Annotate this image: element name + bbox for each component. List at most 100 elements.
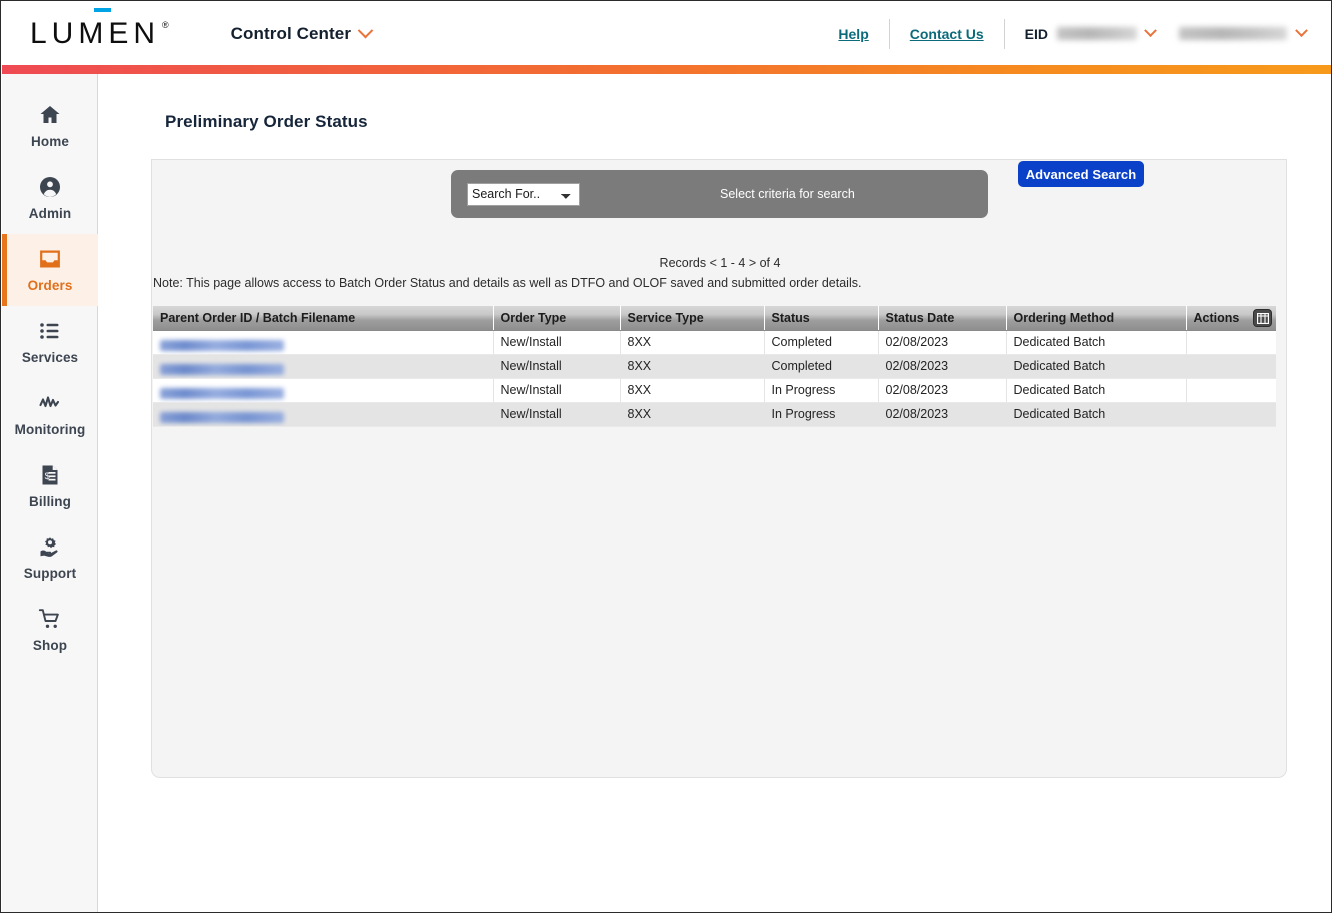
logo-text: LUMEN: [30, 19, 160, 49]
search-for-select[interactable]: Search For..: [467, 183, 580, 206]
eid-value-redacted: [1057, 27, 1137, 40]
parent-order-id-link-redacted[interactable]: [160, 412, 284, 423]
cell-service-type: 8XX: [620, 354, 764, 378]
table-body: New/Install 8XX Completed 02/08/2023 Ded…: [153, 330, 1276, 426]
table-row[interactable]: New/Install 8XX In Progress 02/08/2023 D…: [153, 378, 1276, 402]
cell-actions[interactable]: [1186, 402, 1276, 426]
sidebar-nav: Home Admin Orders Services: [2, 74, 98, 913]
cell-ordering-method: Dedicated Batch: [1006, 354, 1186, 378]
columns-grid-icon[interactable]: [1253, 309, 1272, 327]
parent-order-id-link-redacted[interactable]: [160, 340, 284, 351]
cell-actions[interactable]: [1186, 330, 1276, 354]
shopping-cart-icon: [38, 607, 62, 631]
sidebar-label: Monitoring: [15, 422, 86, 437]
sidebar-item-orders[interactable]: Orders: [2, 234, 98, 306]
sidebar-label: Shop: [33, 638, 67, 653]
top-header: LUMEN ® Control Center Help Contact Us E…: [2, 2, 1332, 65]
parent-order-id-link-redacted[interactable]: [160, 364, 284, 375]
table-row[interactable]: New/Install 8XX Completed 02/08/2023 Ded…: [153, 330, 1276, 354]
cell-service-type: 8XX: [620, 330, 764, 354]
header-right-group: Help Contact Us EID: [818, 14, 1314, 54]
logo-accent-bar: [94, 8, 111, 12]
parent-order-id-link-redacted[interactable]: [160, 388, 284, 399]
sidebar-item-home[interactable]: Home: [2, 90, 98, 162]
table-row[interactable]: New/Install 8XX Completed 02/08/2023 Ded…: [153, 354, 1276, 378]
app-window: LUMEN ® Control Center Help Contact Us E…: [0, 0, 1332, 913]
order-status-panel: Search For.. Select criteria for search …: [151, 159, 1287, 778]
help-link[interactable]: Help: [818, 26, 888, 42]
records-text[interactable]: Records < 1 - 4 > of 4: [660, 256, 781, 270]
eid-selector[interactable]: EID: [1005, 26, 1169, 42]
sidebar-label: Home: [31, 134, 69, 149]
account-value-redacted: [1179, 27, 1287, 40]
column-header-status[interactable]: Status: [764, 306, 878, 330]
advanced-search-button[interactable]: Advanced Search: [1018, 161, 1144, 187]
home-icon: [38, 103, 62, 127]
sidebar-label: Admin: [29, 206, 72, 221]
table-row[interactable]: New/Install 8XX In Progress 02/08/2023 D…: [153, 402, 1276, 426]
cell-parent-order-id[interactable]: [153, 330, 493, 354]
cell-status-date: 02/08/2023: [878, 330, 1006, 354]
user-circle-icon: [38, 175, 62, 199]
sidebar-item-admin[interactable]: Admin: [2, 162, 98, 234]
page-title: Preliminary Order Status: [165, 112, 368, 132]
cell-parent-order-id[interactable]: [153, 378, 493, 402]
column-header-ordering-method[interactable]: Ordering Method: [1006, 306, 1186, 330]
column-header-status-date[interactable]: Status Date: [878, 306, 1006, 330]
cell-actions[interactable]: [1186, 378, 1276, 402]
sidebar-item-monitoring[interactable]: Monitoring: [2, 378, 98, 450]
chevron-down-icon: [358, 23, 374, 39]
sidebar-label: Billing: [29, 494, 71, 509]
cell-parent-order-id[interactable]: [153, 354, 493, 378]
cell-status: In Progress: [764, 402, 878, 426]
column-header-order-type[interactable]: Order Type: [493, 306, 620, 330]
sidebar-item-support[interactable]: Support: [2, 522, 98, 594]
cell-parent-order-id[interactable]: [153, 402, 493, 426]
lumen-logo[interactable]: LUMEN ®: [30, 19, 169, 49]
columns-grid-glyph: [1257, 313, 1269, 324]
records-pagination[interactable]: Records < 1 - 4 > of 4: [152, 256, 1288, 270]
pulse-wave-icon: [38, 391, 62, 415]
invoice-icon: $: [38, 463, 62, 487]
sidebar-item-services[interactable]: Services: [2, 306, 98, 378]
cell-ordering-method: Dedicated Batch: [1006, 402, 1186, 426]
cell-order-type: New/Install: [493, 330, 620, 354]
order-status-table: Parent Order ID / Batch Filename Order T…: [153, 306, 1276, 427]
cell-ordering-method: Dedicated Batch: [1006, 378, 1186, 402]
eid-label: EID: [1025, 26, 1048, 42]
cell-actions[interactable]: [1186, 354, 1276, 378]
cell-status-date: 02/08/2023: [878, 378, 1006, 402]
cell-order-type: New/Install: [493, 354, 620, 378]
main-content: Preliminary Order Status Search For.. Se…: [98, 74, 1332, 913]
app-switcher-label: Control Center: [231, 24, 351, 44]
sidebar-label: Support: [24, 566, 76, 581]
svg-text:$: $: [45, 471, 50, 481]
cell-status: Completed: [764, 330, 878, 354]
column-header-parent-order-id[interactable]: Parent Order ID / Batch Filename: [153, 306, 493, 330]
logo-registered-mark: ®: [162, 20, 169, 30]
chevron-down-icon: [1295, 24, 1308, 37]
cell-status-date: 02/08/2023: [878, 354, 1006, 378]
sidebar-item-billing[interactable]: $ Billing: [2, 450, 98, 522]
table-header-row: Parent Order ID / Batch Filename Order T…: [153, 306, 1276, 330]
cell-service-type: 8XX: [620, 378, 764, 402]
search-criteria-text: Select criteria for search: [720, 187, 855, 201]
hand-gear-icon: [38, 535, 62, 559]
search-bar: Search For.. Select criteria for search: [451, 170, 988, 218]
cell-order-type: New/Install: [493, 378, 620, 402]
cell-status-date: 02/08/2023: [878, 402, 1006, 426]
column-header-actions-label: Actions: [1194, 311, 1240, 325]
sidebar-label: Services: [22, 350, 78, 365]
column-header-actions[interactable]: Actions: [1186, 306, 1276, 330]
app-switcher[interactable]: Control Center: [231, 24, 371, 44]
contact-us-link[interactable]: Contact Us: [890, 26, 1004, 42]
sidebar-label: Orders: [28, 278, 73, 293]
gradient-accent-bar: [2, 65, 1332, 74]
list-icon: [38, 319, 62, 343]
column-header-service-type[interactable]: Service Type: [620, 306, 764, 330]
sidebar-item-shop[interactable]: Shop: [2, 594, 98, 666]
cell-status: In Progress: [764, 378, 878, 402]
note-text: Note: This page allows access to Batch O…: [153, 276, 861, 290]
cell-order-type: New/Install: [493, 402, 620, 426]
account-selector[interactable]: [1169, 27, 1314, 40]
